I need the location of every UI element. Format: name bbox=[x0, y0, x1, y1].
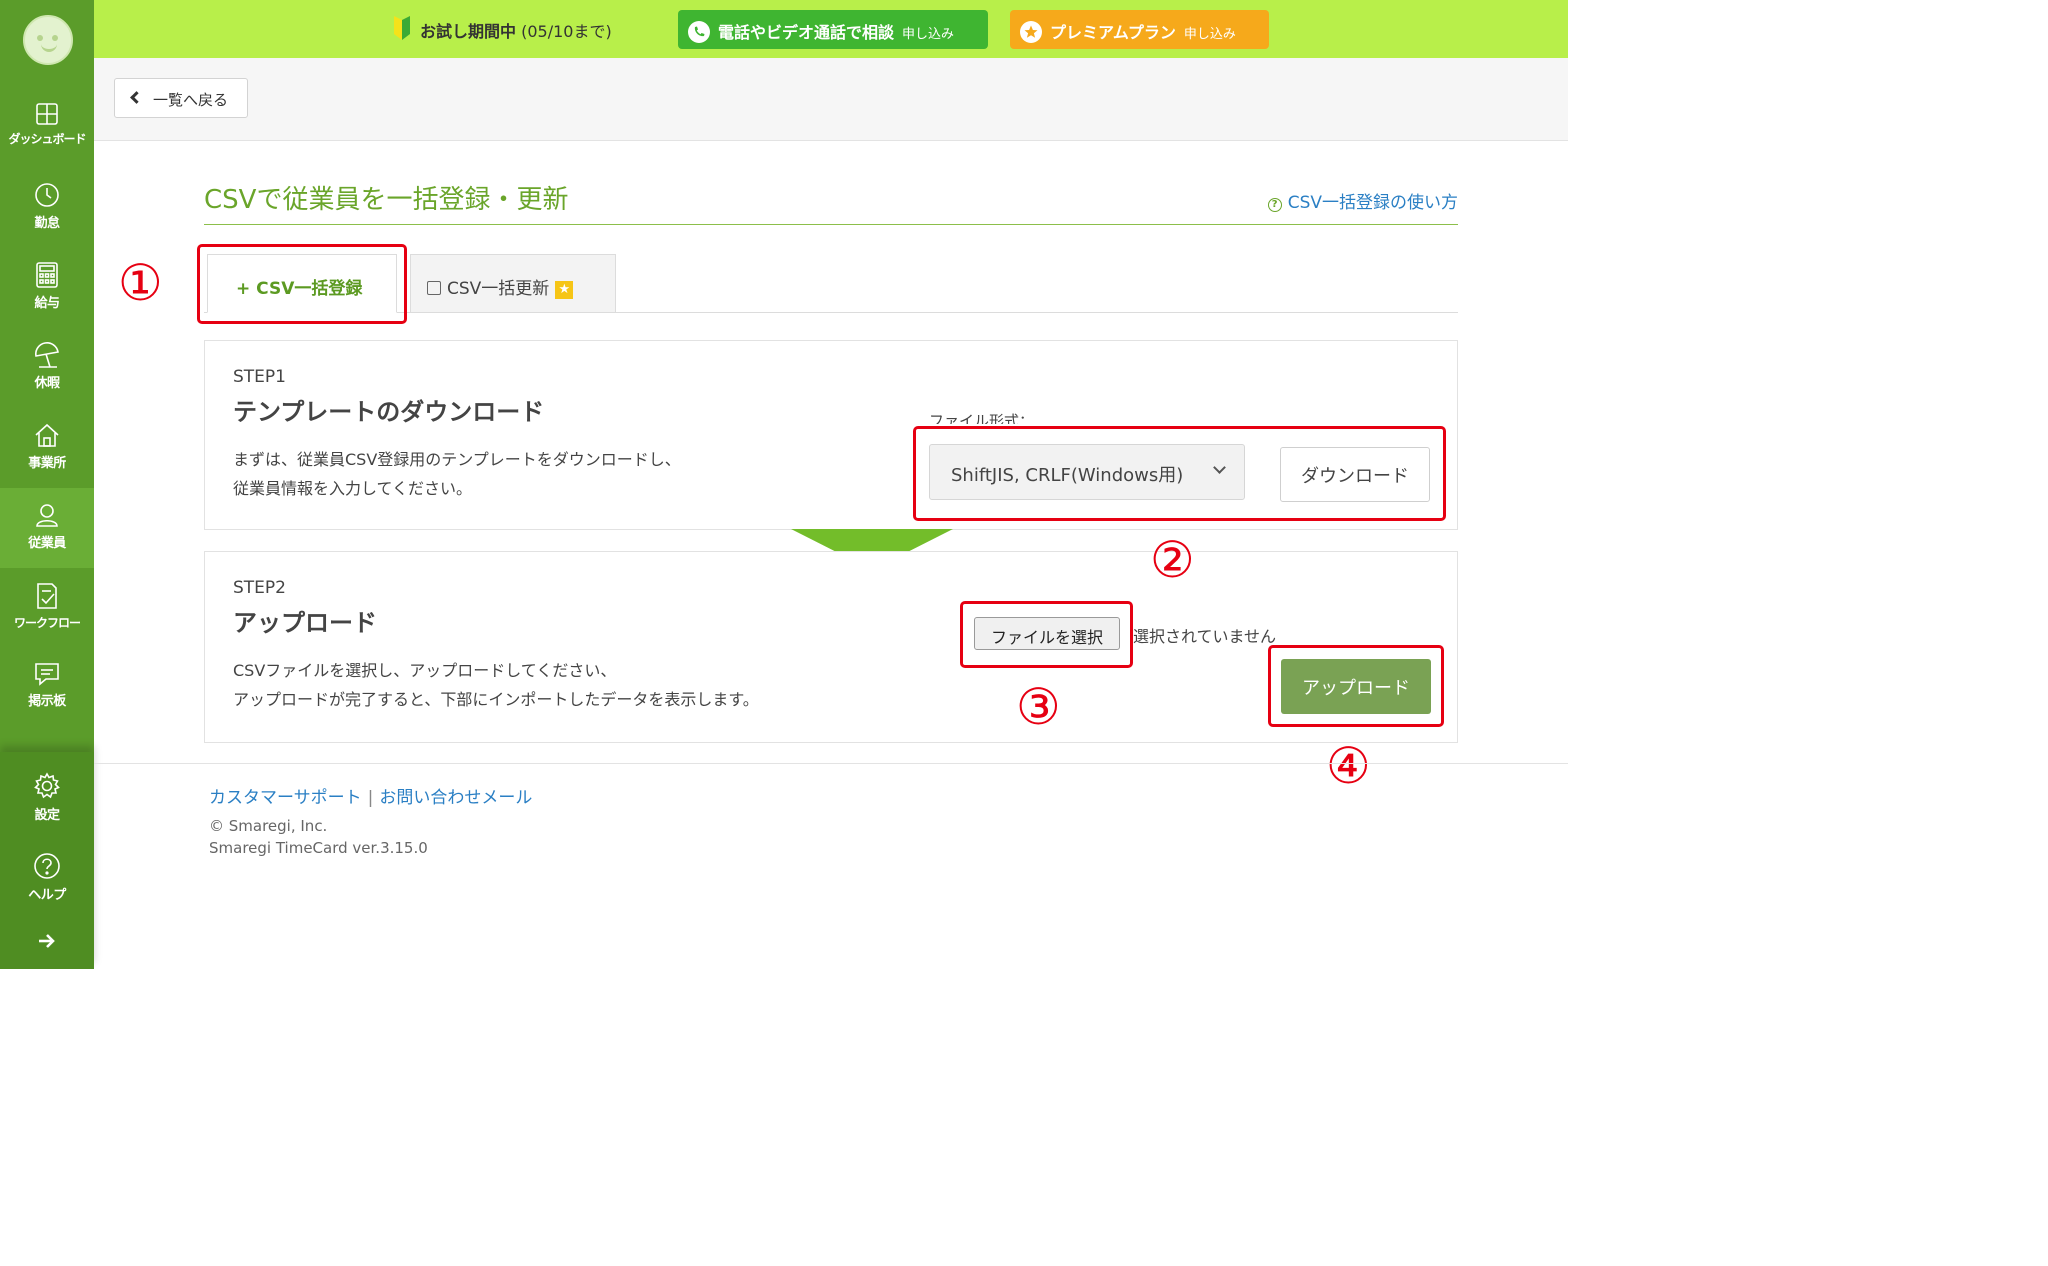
sidebar-item-label: ダッシュボード bbox=[8, 132, 86, 146]
annotation-box-3 bbox=[960, 601, 1133, 668]
clock-icon bbox=[35, 183, 59, 207]
premium-star-icon: ★ bbox=[555, 281, 574, 299]
home-icon bbox=[35, 423, 59, 447]
workflow-icon bbox=[37, 583, 57, 609]
help-icon bbox=[34, 853, 60, 879]
annotation-number-3: ③ bbox=[1016, 678, 1061, 736]
copyright-text: © Smaregi, Inc. bbox=[209, 817, 328, 835]
premium-plan-button[interactable]: プレミアムプラン 申し込み bbox=[1010, 10, 1269, 49]
sidebar-item-label: 給与 bbox=[34, 296, 60, 311]
tab-csv-update[interactable]: CSV一括更新 ★ bbox=[410, 254, 616, 313]
sidebar-item-label: ヘルプ bbox=[28, 888, 66, 903]
sidebar-item-board[interactable]: 掲示板 bbox=[0, 648, 94, 728]
footer-copyright: © Smaregi, Inc. Smaregi TimeCard ver.3.1… bbox=[209, 815, 428, 859]
trial-label: お試し期間中 bbox=[420, 22, 517, 41]
consult-call-label: 電話やビデオ通話で相談 bbox=[718, 23, 895, 42]
step2-description: CSVファイルを選択し、アップロードしてください、 アップロードが完了すると、下… bbox=[233, 656, 759, 714]
avatar[interactable] bbox=[23, 15, 73, 65]
step2-heading: アップロード bbox=[233, 609, 377, 637]
sidebar-item-workflow[interactable]: ワークフロー bbox=[0, 568, 94, 648]
footer-divider bbox=[94, 763, 1568, 764]
step1-description: まずは、従業員CSV登録用のテンプレートをダウンロードし、 従業員情報を入力して… bbox=[233, 445, 681, 503]
tab-label: CSV一括更新 bbox=[447, 279, 550, 299]
sidebar-item-leave[interactable]: 休暇 bbox=[0, 328, 94, 408]
sidebar-item-office[interactable]: 事業所 bbox=[0, 408, 94, 488]
step1-desc-line1: まずは、従業員CSV登録用のテンプレートをダウンロードし、 bbox=[233, 450, 681, 469]
sidebar-item-label: 勤怠 bbox=[34, 216, 60, 231]
consult-call-apply: 申し込み bbox=[902, 27, 955, 42]
annotation-box-1 bbox=[197, 244, 407, 324]
step2-desc-line1: CSVファイルを選択し、アップロードしてください、 bbox=[233, 661, 617, 680]
step1-label: STEP1 bbox=[233, 367, 286, 387]
file-format-label: ファイル形式： bbox=[929, 412, 1035, 424]
csv-howto-link[interactable]: ? CSV一括登録の使い方 bbox=[1267, 188, 1458, 213]
sidebar-item-label: 従業員 bbox=[28, 536, 66, 551]
beginner-leaf-icon bbox=[394, 16, 410, 40]
annotation-box-2 bbox=[913, 426, 1446, 521]
message-board-icon bbox=[35, 663, 59, 686]
step2-label: STEP2 bbox=[233, 578, 286, 598]
phone-icon bbox=[688, 21, 710, 43]
footer-separator: | bbox=[367, 788, 374, 808]
annotation-box-4 bbox=[1268, 645, 1444, 727]
annotation-number-2: ② bbox=[1150, 531, 1195, 589]
footer-links: カスタマーサポート | お問い合わせメール bbox=[209, 783, 532, 808]
sidebar-item-dashboard[interactable]: ダッシュボード bbox=[0, 88, 94, 168]
trial-status: お試し期間中 (05/10まで) bbox=[392, 16, 612, 42]
sidebar-item-label: 事業所 bbox=[28, 456, 66, 471]
step1-heading: テンプレートのダウンロード bbox=[233, 398, 545, 426]
sidebar-item-help[interactable]: ヘルプ bbox=[0, 838, 94, 918]
gear-icon bbox=[34, 772, 60, 799]
back-bar: 一覧へ戻る bbox=[94, 58, 1568, 141]
back-to-list-button[interactable]: 一覧へ戻る bbox=[114, 78, 248, 118]
star-icon bbox=[1020, 21, 1042, 43]
question-icon: ? bbox=[1267, 198, 1282, 212]
premium-plan-apply: 申し込み bbox=[1183, 27, 1236, 42]
edit-icon bbox=[427, 281, 441, 295]
sidebar-item-label: 設定 bbox=[34, 808, 60, 823]
trial-banner: お試し期間中 (05/10まで) 電話やビデオ通話で相談 申し込み プレミアムプラ… bbox=[94, 0, 1568, 58]
sidebar-item-label: 掲示板 bbox=[28, 694, 66, 709]
contact-mail-link[interactable]: お問い合わせメール bbox=[379, 788, 532, 808]
sidebar-item-attendance[interactable]: 勤怠 bbox=[0, 168, 94, 248]
sidebar-item-payroll[interactable]: 給与 bbox=[0, 248, 94, 328]
file-status: 選択されていません bbox=[1133, 627, 1277, 646]
annotation-number-4: ④ bbox=[1326, 737, 1371, 795]
customer-support-link[interactable]: カスタマーサポート bbox=[209, 788, 362, 808]
page-title: CSVで従業員を一括登録・更新 bbox=[204, 185, 569, 215]
csv-howto-label: CSV一括登録の使い方 bbox=[1287, 193, 1458, 213]
dashboard-icon bbox=[36, 103, 58, 125]
sidebar: ダッシュボード 勤怠 給与 休暇 事業所 従業員 ワークフロー 掲示板 設定 ヘ… bbox=[0, 0, 94, 969]
sidebar-item-settings[interactable]: 設定 bbox=[0, 758, 94, 838]
consult-call-button[interactable]: 電話やビデオ通話で相談 申し込み bbox=[678, 10, 988, 49]
title-divider bbox=[204, 224, 1458, 225]
sidebar-item-label: ワークフロー bbox=[13, 616, 81, 630]
sidebar-item-employees[interactable]: 従業員 bbox=[0, 488, 94, 568]
beach-umbrella-icon bbox=[35, 342, 59, 368]
step1-desc-line2: 従業員情報を入力してください。 bbox=[233, 479, 473, 498]
chevron-left-icon bbox=[130, 91, 143, 104]
annotation-number-1: ① bbox=[118, 254, 163, 312]
person-icon bbox=[36, 504, 58, 527]
step2-desc-line2: アップロードが完了すると、下部にインポートしたデータを表示します。 bbox=[233, 690, 759, 709]
premium-plan-label: プレミアムプラン bbox=[1050, 23, 1176, 42]
sidebar-item-label: 休暇 bbox=[34, 376, 60, 391]
calculator-icon bbox=[36, 262, 58, 288]
version-text: Smaregi TimeCard ver.3.15.0 bbox=[209, 839, 428, 857]
back-label: 一覧へ戻る bbox=[153, 91, 229, 109]
trial-period: (05/10まで) bbox=[521, 22, 612, 41]
sidebar-bottom: 設定 ヘルプ bbox=[0, 752, 94, 969]
arrow-right-icon[interactable] bbox=[38, 933, 56, 949]
